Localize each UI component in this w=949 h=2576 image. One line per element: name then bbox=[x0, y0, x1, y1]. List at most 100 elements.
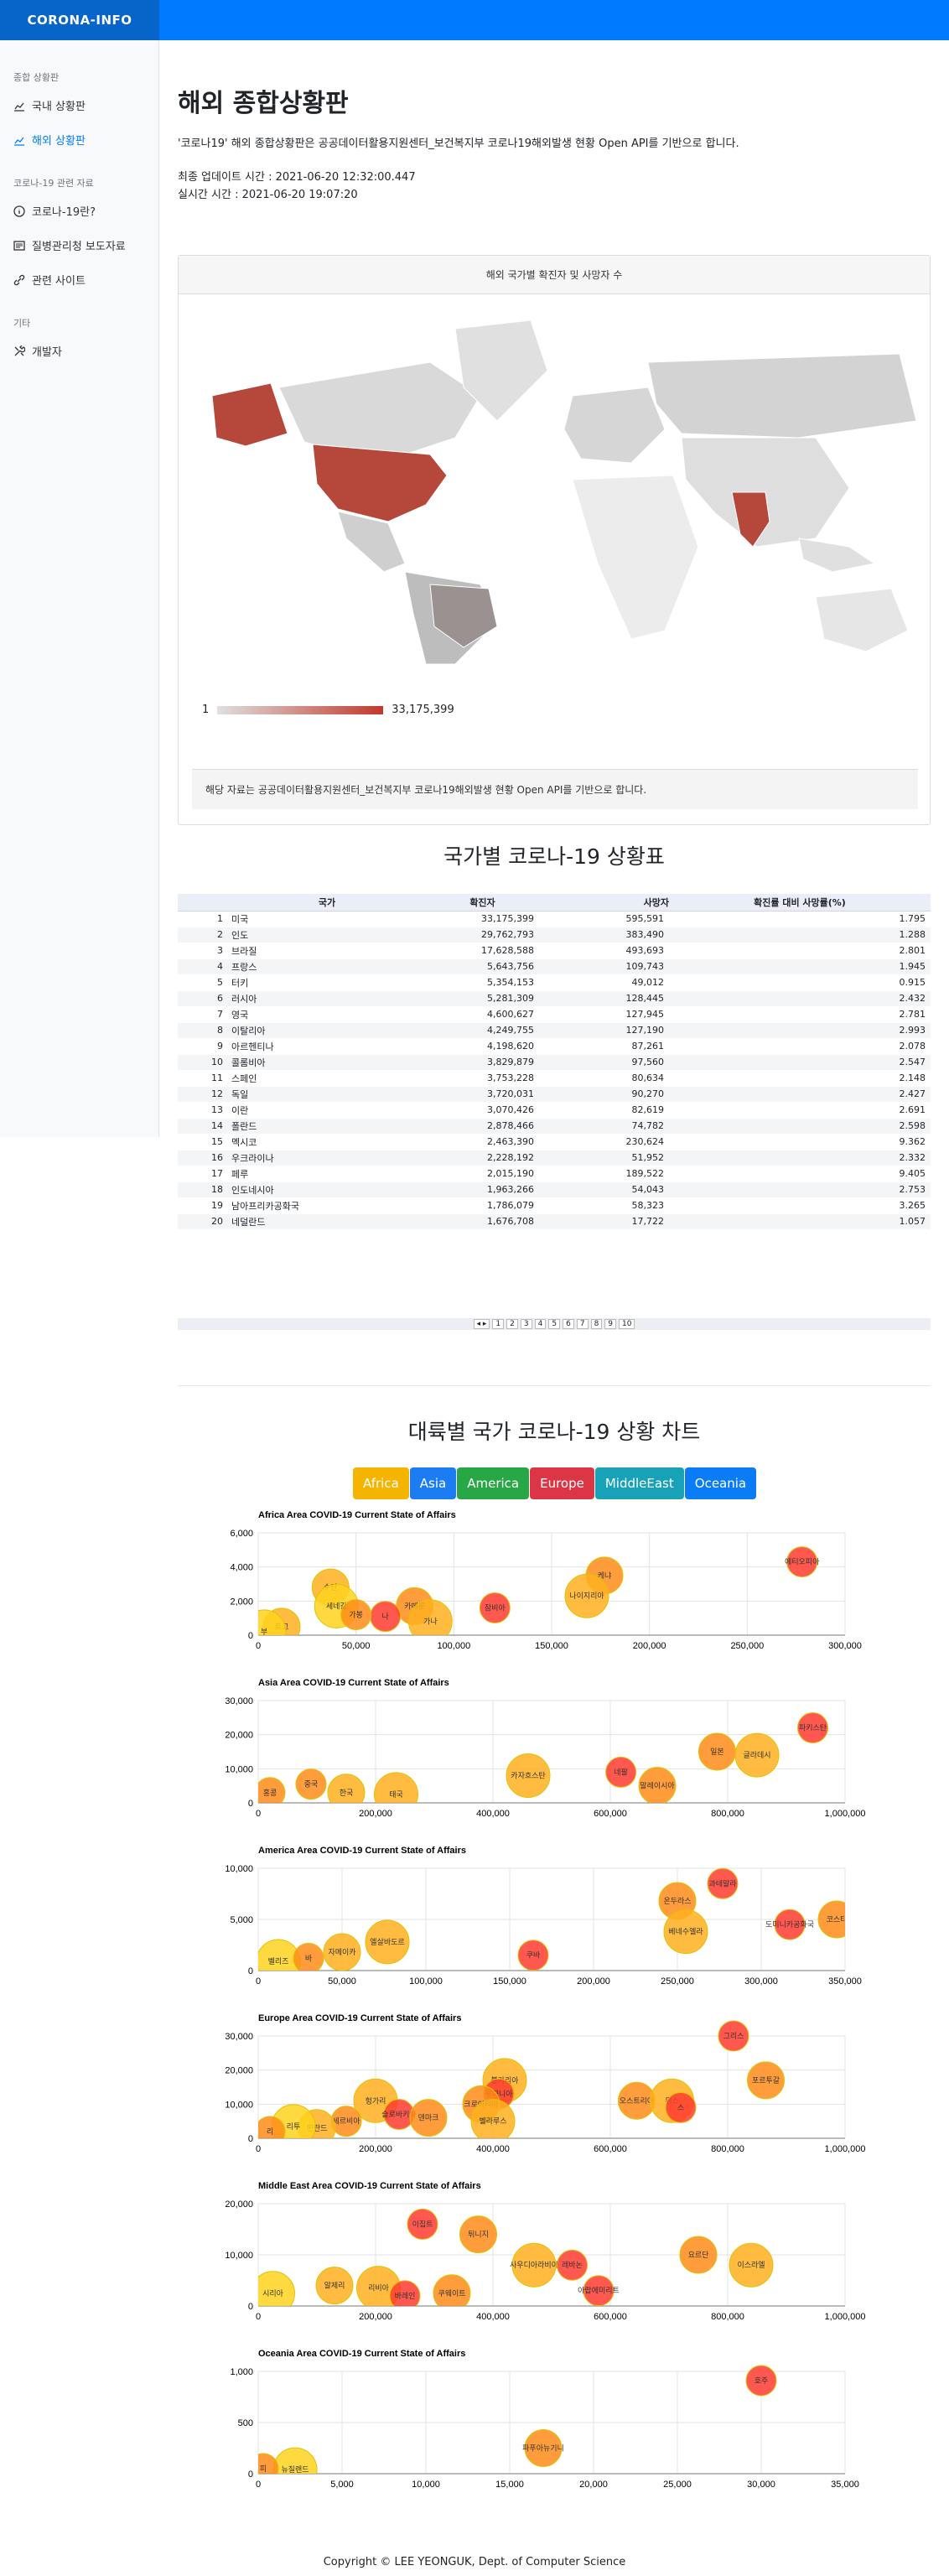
table-header[interactable]: 확진률 대비 사망률(%) bbox=[669, 894, 931, 911]
table-row[interactable]: 6 러시아 5,281,309 128,445 2.432 bbox=[178, 990, 931, 1007]
pager-page-button[interactable]: 2 bbox=[506, 1319, 518, 1329]
table-row[interactable]: 10 콜롬비아 3,829,879 97,560 2.547 bbox=[178, 1054, 931, 1071]
y-tick-label: 0 bbox=[248, 1631, 253, 1641]
table-cell: 17,628,588 bbox=[426, 943, 539, 959]
table-row[interactable]: 15 멕시코 2,463,390 230,624 9.362 bbox=[178, 1134, 931, 1150]
sidebar-item-0-0[interactable]: 국내 상황판 bbox=[0, 92, 158, 118]
tab-africa[interactable]: Africa bbox=[353, 1467, 409, 1499]
x-tick-label: 250,000 bbox=[661, 1976, 694, 1987]
pager-page-button[interactable]: 8 bbox=[590, 1319, 603, 1329]
table-row[interactable]: 19 남아프리카공화국 1,786,079 58,323 3.265 bbox=[178, 1197, 931, 1214]
table-cell: 128,445 bbox=[539, 990, 669, 1007]
pager-page-button[interactable]: 7 bbox=[576, 1319, 589, 1329]
table-row[interactable]: 3 브라질 17,628,588 493,693 2.801 bbox=[178, 943, 931, 959]
sidebar-item-label: 국내 상황판 bbox=[32, 101, 86, 113]
table-cell: 2,015,190 bbox=[426, 1166, 539, 1182]
table-cell: 87,261 bbox=[539, 1038, 669, 1055]
y-tick-label: 6,000 bbox=[230, 1529, 253, 1539]
table-row[interactable]: 13 이란 3,070,426 82,619 2.691 bbox=[178, 1102, 931, 1119]
y-tick-label: 30,000 bbox=[225, 2032, 253, 2042]
tab-europe[interactable]: Europe bbox=[530, 1467, 594, 1499]
table-row[interactable]: 1 미국 33,175,399 595,591 1.795 bbox=[178, 911, 931, 927]
table-header[interactable]: 국가 bbox=[228, 894, 426, 911]
pager-page-button[interactable]: 9 bbox=[604, 1319, 617, 1329]
table-row[interactable]: 4 프랑스 5,643,756 109,743 1.945 bbox=[178, 958, 931, 975]
x-tick-label: 300,000 bbox=[828, 1641, 862, 1651]
x-tick-label: 200,000 bbox=[359, 2144, 392, 2154]
y-tick-label: 0 bbox=[248, 1966, 253, 1976]
sidebar-item-2-1[interactable]: 관련 사이트 bbox=[0, 267, 158, 293]
table-row[interactable]: 5 터키 5,354,153 49,012 0.915 bbox=[178, 974, 931, 991]
chart-line-icon bbox=[14, 137, 24, 146]
y-tick-label: 0 bbox=[248, 2302, 253, 2312]
table-row[interactable]: 2 인도 29,762,793 383,490 1.288 bbox=[178, 927, 931, 943]
sidebar-item-0-1[interactable]: 코로나-19란? bbox=[0, 198, 158, 224]
sidebar-item-0-2[interactable]: 개발자 bbox=[0, 338, 158, 364]
table-cell: 콜롬비아 bbox=[228, 1054, 426, 1071]
bubble-label: 한국 bbox=[340, 1789, 354, 1798]
y-tick-label: 4,000 bbox=[230, 1563, 253, 1573]
bubble-label: 그리스 bbox=[723, 2032, 744, 2041]
table-cell: 9.362 bbox=[669, 1134, 931, 1150]
table-header[interactable]: 확진자 bbox=[426, 894, 539, 911]
pager-page-button[interactable]: 3 bbox=[520, 1319, 532, 1329]
sidebar-item-1-0[interactable]: 해외 상황판 bbox=[0, 127, 158, 153]
bubble-label: 가나 bbox=[423, 1618, 438, 1627]
table-row[interactable]: 20 네덜란드 1,676,708 17,722 1.057 bbox=[178, 1213, 931, 1230]
pager-page-button[interactable]: 5 bbox=[548, 1319, 561, 1329]
table-header[interactable] bbox=[178, 894, 228, 911]
y-tick-label: 500 bbox=[238, 2418, 253, 2428]
map-card-header: 해외 국가별 확진자 및 사망자 수 bbox=[179, 256, 930, 294]
bubble-label: 오스트리아 bbox=[620, 2096, 655, 2106]
table-row[interactable]: 17 페루 2,015,190 189,522 9.405 bbox=[178, 1166, 931, 1182]
table-cell: 2.781 bbox=[669, 1006, 931, 1023]
table-cell: 2.427 bbox=[669, 1086, 931, 1103]
table-header[interactable]: 사망자 bbox=[539, 894, 669, 911]
map-legend: 1 33,175,399 bbox=[202, 704, 454, 716]
table-row[interactable]: 8 이탈리아 4,249,755 127,190 2.993 bbox=[178, 1022, 931, 1039]
table-cell: 109,743 bbox=[539, 958, 669, 975]
pager-page-button[interactable]: 1 bbox=[492, 1319, 505, 1329]
table-row[interactable]: 9 아르헨티나 4,198,620 87,261 2.078 bbox=[178, 1038, 931, 1055]
bubble-label: 일본 bbox=[710, 1748, 724, 1757]
bubble-label: 글라데시 bbox=[743, 1751, 770, 1760]
pager-page-button[interactable]: 6 bbox=[563, 1319, 574, 1329]
bubble-chart: Oceania Area COVID-19 Current State of A… bbox=[230, 2349, 858, 2490]
table-cell: 127,945 bbox=[539, 1006, 669, 1023]
table-cell: 8 bbox=[178, 1022, 228, 1039]
bubble-label: 엘살바도르 bbox=[370, 1938, 404, 1947]
bubble-label: 홍콩 bbox=[263, 1788, 277, 1798]
x-tick-label: 200,000 bbox=[633, 1641, 666, 1651]
y-tick-label: 20,000 bbox=[225, 2199, 253, 2210]
table-row[interactable]: 16 우크라이나 2,228,192 51,952 2.332 bbox=[178, 1150, 931, 1166]
pager-page-button[interactable]: 4 bbox=[534, 1319, 547, 1329]
bubble-label: 자메이카 bbox=[328, 1948, 355, 1957]
table-cell: 남아프리카공화국 bbox=[228, 1197, 426, 1214]
pager-page-button[interactable]: 10 bbox=[619, 1319, 635, 1329]
x-tick-label: 400,000 bbox=[476, 2312, 510, 2322]
tab-middleeast[interactable]: MiddleEast bbox=[594, 1467, 684, 1499]
bubble-label: 요르단 bbox=[688, 2251, 709, 2260]
x-tick-label: 50,000 bbox=[342, 1641, 371, 1651]
table-row[interactable]: 14 폴란드 2,878,466 74,782 2.598 bbox=[178, 1118, 931, 1135]
bubble-label: 중국 bbox=[304, 1780, 319, 1789]
tab-oceania[interactable]: Oceania bbox=[684, 1467, 757, 1499]
tab-asia[interactable]: Asia bbox=[409, 1467, 457, 1499]
world-map[interactable] bbox=[179, 295, 930, 664]
table-cell: 폴란드 bbox=[228, 1118, 426, 1135]
table-row[interactable]: 18 인도네시아 1,963,266 54,043 2.753 bbox=[178, 1182, 931, 1198]
brand-logo[interactable]: CORONA-INFO bbox=[0, 0, 159, 40]
sidebar-item-1-1[interactable]: 질병관리청 보도자료 bbox=[0, 232, 158, 258]
table-cell: 2.801 bbox=[669, 943, 931, 959]
table-cell: 90,270 bbox=[539, 1086, 669, 1103]
table-row[interactable]: 7 영국 4,600,627 127,945 2.781 bbox=[178, 1006, 931, 1023]
pager-prev-button[interactable]: ◂ ▸ bbox=[473, 1319, 490, 1329]
table-row[interactable]: 12 독일 3,720,031 90,270 2.427 bbox=[178, 1086, 931, 1103]
section-divider bbox=[178, 1385, 931, 1386]
bubble-label: 아랍에미리트 bbox=[578, 2287, 620, 2296]
y-tick-label: 10,000 bbox=[225, 1764, 253, 1774]
bubble-chart: Europe Area COVID-19 Current State of Af… bbox=[225, 2013, 865, 2154]
x-tick-label: 1,000,000 bbox=[825, 2144, 866, 2154]
tab-america[interactable]: America bbox=[457, 1467, 530, 1499]
table-row[interactable]: 11 스페인 3,753,228 80,634 2.148 bbox=[178, 1070, 931, 1087]
